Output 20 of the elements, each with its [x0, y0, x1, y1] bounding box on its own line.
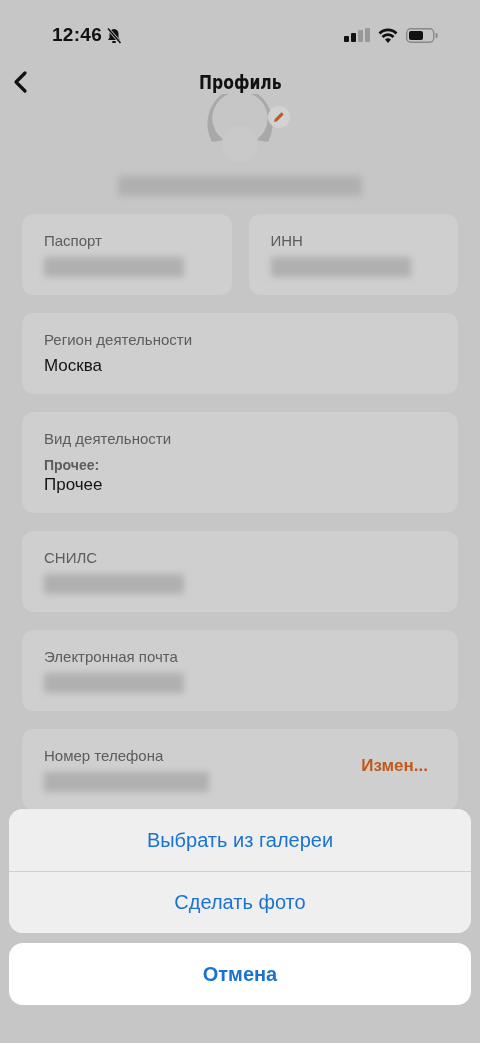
wifi-icon: [378, 27, 398, 43]
battery-icon: [406, 27, 438, 43]
signal-icon: [344, 28, 370, 42]
field-value: Прочее: [44, 475, 104, 495]
change-link[interactable]: Измен...: [361, 755, 428, 776]
clock: 12:46: [52, 24, 103, 46]
field-label: Номер телефона: [44, 747, 165, 764]
field-sublabel: Прочее:: [44, 457, 101, 473]
field-label: Вид деятельности: [44, 430, 172, 447]
field-label: Электронная почта: [44, 648, 179, 665]
field-label: Паспорт: [44, 232, 103, 249]
sheet-option[interactable]: Сделать фото: [9, 871, 471, 933]
cancel-button[interactable]: Отмена: [9, 943, 471, 1005]
field-value: Москва: [44, 356, 104, 376]
pencil-icon: [273, 111, 285, 123]
field-label: ИНН: [270, 232, 304, 249]
field-label: Регион деятельности: [44, 331, 194, 348]
page-title: Профиль: [198, 71, 282, 93]
edit-button[interactable]: [268, 106, 290, 128]
field-label: СНИЛС: [44, 549, 99, 566]
